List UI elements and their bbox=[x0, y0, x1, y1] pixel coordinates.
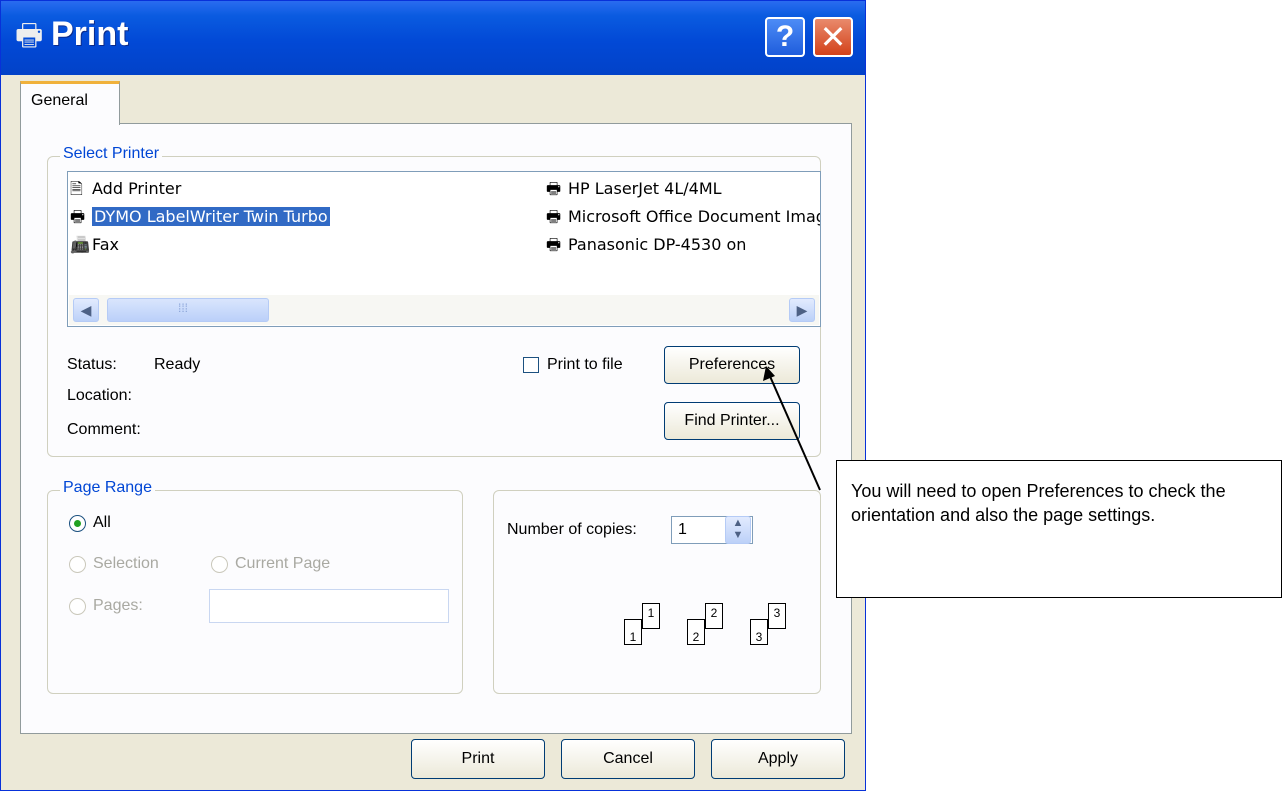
tab-general[interactable]: General bbox=[20, 81, 120, 125]
tab-label: General bbox=[31, 92, 88, 109]
callout-arrow bbox=[763, 366, 821, 491]
